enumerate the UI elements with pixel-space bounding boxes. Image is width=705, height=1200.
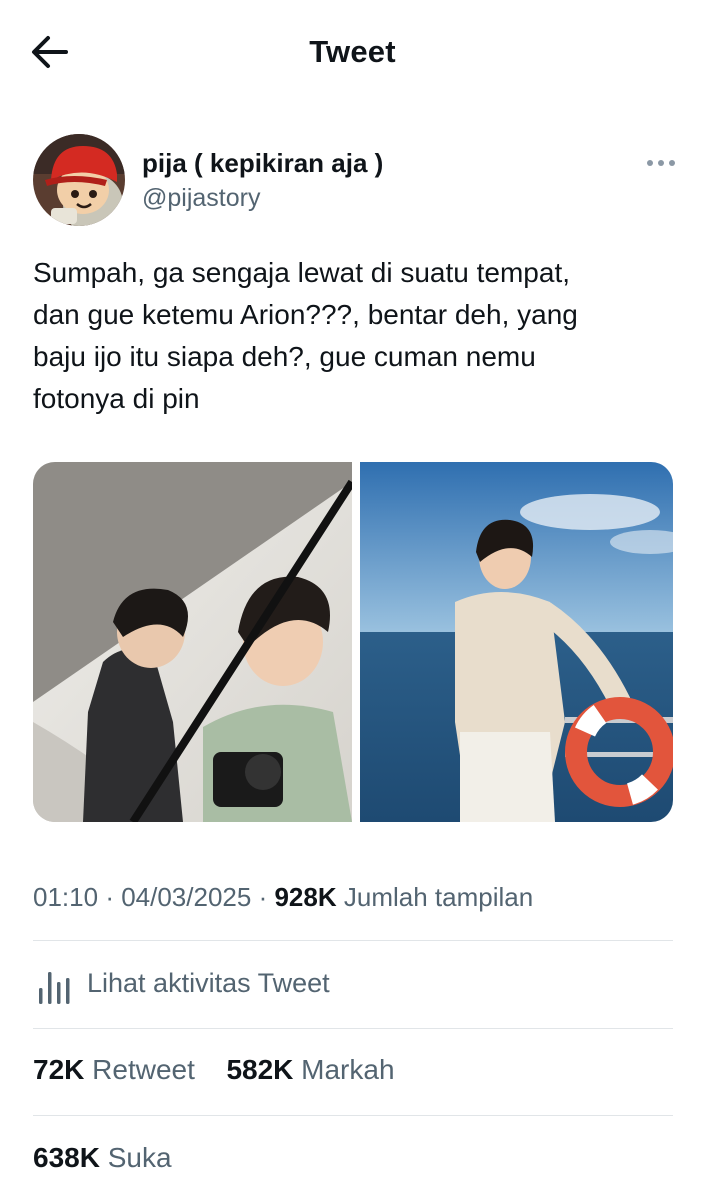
bookmark-stat[interactable]: 582K Markah: [226, 1054, 394, 1085]
author-handle[interactable]: @pijastory: [142, 184, 260, 213]
top-bar: Tweet: [0, 0, 705, 100]
tweet-meta: 01:10 · 04/03/2025 · 928K Jumlah tampila…: [33, 882, 533, 913]
like-label: Suka: [107, 1142, 172, 1173]
more-button[interactable]: [644, 148, 678, 178]
tweet-activity-label: Lihat aktivitas Tweet: [87, 968, 330, 998]
divider: [33, 940, 673, 941]
retweet-stat[interactable]: 72K Retweet: [33, 1054, 203, 1085]
tweet-time: 01:10: [33, 882, 99, 912]
bookmark-count: 582K: [226, 1054, 294, 1085]
tweet-date: 04/03/2025: [121, 882, 252, 912]
tweet-photo-1[interactable]: [33, 462, 356, 822]
view-count: 928K: [274, 882, 337, 912]
like-stat[interactable]: 638K Suka: [33, 1142, 172, 1174]
bookmark-label: Markah: [301, 1054, 395, 1085]
tweet-text: Sumpah, ga sengaja lewat di suatu tempat…: [33, 257, 578, 414]
engagement-stats: 72K Retweet 582K Markah: [33, 1054, 395, 1086]
author-name[interactable]: pija ( kepikiran aja ): [142, 148, 383, 179]
tweet-media: [33, 462, 673, 822]
page-title: Tweet: [309, 34, 396, 69]
meta-separator: ·: [258, 882, 275, 912]
bar-chart-icon: [39, 972, 70, 1004]
divider: [33, 1115, 673, 1116]
view-count-label: Jumlah tampilan: [343, 882, 534, 912]
like-count: 638K: [33, 1142, 100, 1173]
meta-separator: ·: [105, 882, 122, 912]
divider: [33, 1028, 673, 1029]
retweet-count: 72K: [33, 1054, 85, 1085]
retweet-label: Retweet: [92, 1054, 195, 1085]
tweet-photo-2[interactable]: [360, 462, 673, 822]
more-horizontal-icon: [647, 160, 675, 166]
avatar[interactable]: [33, 134, 125, 226]
